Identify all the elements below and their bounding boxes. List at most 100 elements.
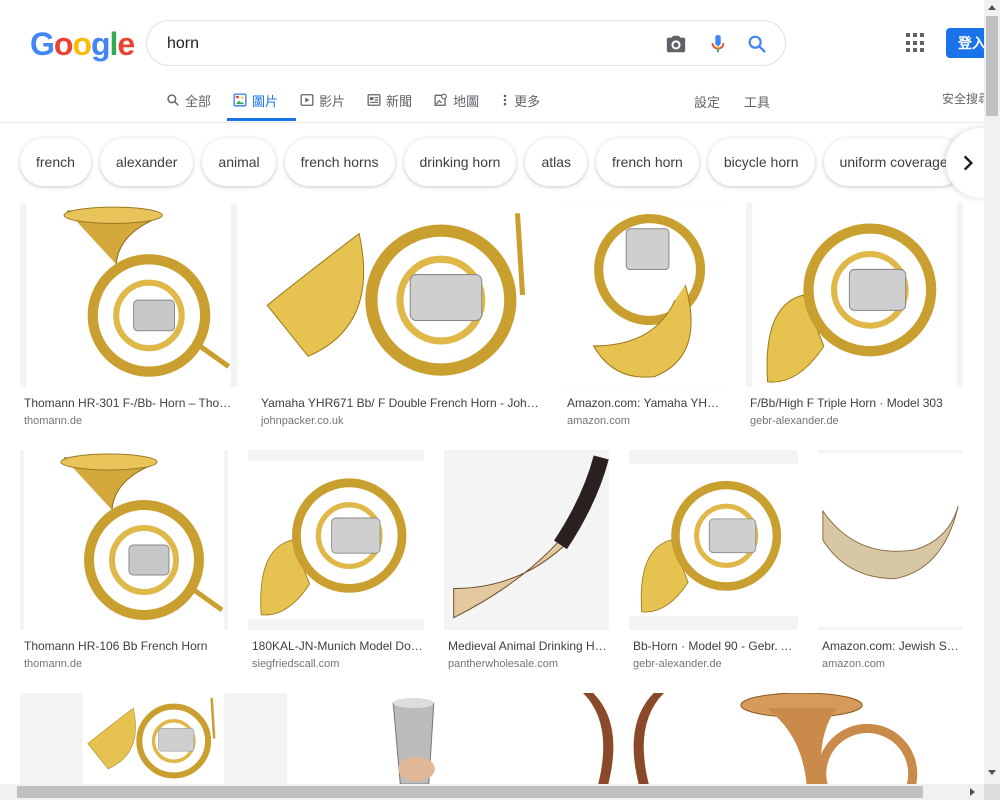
result-title[interactable]: Bb-Horn · Model 90 - Gebr. Alexander <box>629 639 798 653</box>
image-result[interactable] <box>540 693 707 784</box>
scroll-right-arrow-icon[interactable] <box>970 788 975 796</box>
chip[interactable]: french <box>20 138 91 186</box>
chip[interactable]: drinking horn <box>403 138 517 186</box>
settings-link[interactable]: 設定 <box>694 92 720 111</box>
result-thumbnail[interactable] <box>20 693 287 784</box>
google-images-page: Google 登入 全部 圖片 影片 新聞 <box>0 0 1000 800</box>
chip[interactable]: french horns <box>284 138 395 186</box>
result-thumbnail[interactable] <box>257 203 543 387</box>
image-result[interactable]: Medieval Animal Drinking Horn pantherwho… <box>444 450 609 670</box>
chevron-right-icon <box>963 155 974 171</box>
logo-letter: g <box>90 26 111 62</box>
chip[interactable]: atlas <box>525 138 588 186</box>
safe-search-link[interactable]: 安全搜尋 <box>942 90 990 107</box>
result-site[interactable]: thomann.de <box>20 415 237 427</box>
image-result[interactable]: Amazon.com: Yamaha YHR-314II amazon.com <box>563 203 726 427</box>
result-thumbnail[interactable] <box>563 203 726 387</box>
image-result[interactable] <box>727 693 963 784</box>
map-icon <box>434 93 447 106</box>
search-box <box>146 20 786 66</box>
scrollbar-thumb[interactable] <box>986 16 998 116</box>
result-thumbnail[interactable] <box>746 203 963 387</box>
result-thumbnail[interactable] <box>307 693 520 784</box>
result-title[interactable]: Thomann HR-301 F-/Bb- Horn – Thomann <box>20 396 237 410</box>
scroll-down-arrow-icon[interactable] <box>988 770 996 775</box>
apps-grid-icon[interactable] <box>906 33 926 53</box>
result-site[interactable]: gebr-alexander.de <box>746 415 963 427</box>
scrollbar-thumb[interactable] <box>17 786 923 798</box>
image-result[interactable]: Thomann HR-106 Bb French Horn thomann.de <box>20 450 228 670</box>
result-title[interactable]: 180KAL-JN-Munich Model Double Horn <box>248 639 424 653</box>
chip[interactable]: animal <box>202 138 276 186</box>
logo-letter: o <box>72 26 92 62</box>
video-icon <box>300 94 314 106</box>
tab-label: 更多 <box>514 93 541 109</box>
tab-label: 新聞 <box>386 93 413 109</box>
result-thumbnail[interactable] <box>20 203 237 387</box>
tab-news[interactable]: 新聞 <box>367 88 412 112</box>
image-result[interactable]: Yamaha YHR671 Bb/ F Double French Horn -… <box>257 203 543 427</box>
result-thumbnail[interactable] <box>248 450 424 630</box>
image-result[interactable]: Thomann HR-301 F-/Bb- Horn – Thomann tho… <box>20 203 237 427</box>
result-thumbnail[interactable] <box>727 693 963 784</box>
google-logo[interactable]: Google <box>30 26 135 63</box>
search-input[interactable] <box>167 32 647 56</box>
header-divider <box>0 122 1000 123</box>
result-title[interactable]: Amazon.com: Yamaha YHR-314II <box>563 396 726 410</box>
tab-label: 地圖 <box>453 93 480 109</box>
chip[interactable]: uniform coverage <box>823 138 964 186</box>
related-search-chips: french alexander animal french horns dri… <box>20 138 973 186</box>
result-title[interactable]: F/Bb/High F Triple Horn · Model 303 <box>746 396 963 410</box>
tab-all[interactable]: 全部 <box>166 88 211 112</box>
scrollbar-corner <box>984 784 1000 800</box>
more-vert-icon <box>503 94 507 106</box>
logo-letter: G <box>30 26 55 62</box>
search-tabs: 全部 圖片 影片 新聞 地圖 更多 <box>166 88 562 122</box>
result-title[interactable]: Yamaha YHR671 Bb/ F Double French Horn -… <box>257 396 543 410</box>
logo-letter: o <box>53 26 74 62</box>
result-thumbnail[interactable] <box>540 693 707 784</box>
chip[interactable]: alexander <box>99 138 194 186</box>
camera-icon[interactable] <box>665 33 687 55</box>
image-result[interactable] <box>20 693 287 784</box>
search-icon[interactable] <box>746 33 768 55</box>
vertical-scrollbar[interactable] <box>984 0 1000 784</box>
tab-maps[interactable]: 地圖 <box>434 88 479 112</box>
tab-label: 影片 <box>319 93 346 109</box>
search-icon <box>167 94 179 106</box>
result-thumbnail[interactable] <box>629 450 798 630</box>
result-site[interactable]: siegfriedscall.com <box>248 658 424 670</box>
result-site[interactable]: amazon.com <box>563 415 726 427</box>
active-tab-indicator <box>227 118 296 121</box>
image-result[interactable]: 180KAL-JN-Munich Model Double Horn siegf… <box>248 450 424 670</box>
result-title[interactable]: Medieval Animal Drinking Horn <box>444 639 609 653</box>
result-site[interactable]: pantherwholesale.com <box>444 658 609 670</box>
logo-letter: e <box>117 26 135 62</box>
news-icon <box>367 94 381 106</box>
tab-more[interactable]: 更多 <box>501 88 540 112</box>
horizontal-scrollbar[interactable] <box>0 784 984 800</box>
chip[interactable]: bicycle horn <box>707 138 815 186</box>
result-site[interactable]: gebr-alexander.de <box>629 658 798 670</box>
result-thumbnail[interactable] <box>20 450 228 630</box>
image-result[interactable]: Bb-Horn · Model 90 - Gebr. Alexander geb… <box>629 450 798 670</box>
image-result[interactable]: Amazon.com: Jewish Shofar amazon.com <box>818 450 963 670</box>
tab-videos[interactable]: 影片 <box>300 88 345 112</box>
image-icon <box>233 93 247 107</box>
image-result[interactable] <box>307 693 520 784</box>
microphone-icon[interactable] <box>707 33 729 55</box>
tab-images[interactable]: 圖片 <box>233 88 278 112</box>
chip[interactable]: french horn <box>596 138 699 186</box>
result-title[interactable]: Thomann HR-106 Bb French Horn <box>20 639 228 653</box>
image-result[interactable]: F/Bb/High F Triple Horn · Model 303 gebr… <box>746 203 963 427</box>
result-site[interactable]: amazon.com <box>818 658 963 670</box>
tools-link[interactable]: 工具 <box>744 92 770 111</box>
scroll-up-arrow-icon[interactable] <box>988 5 996 10</box>
tab-label: 圖片 <box>252 93 279 109</box>
result-site[interactable]: thomann.de <box>20 658 228 670</box>
result-site[interactable]: johnpacker.co.uk <box>257 415 543 427</box>
tab-label: 全部 <box>185 93 212 109</box>
result-thumbnail[interactable] <box>444 450 609 630</box>
result-title[interactable]: Amazon.com: Jewish Shofar <box>818 639 963 653</box>
result-thumbnail[interactable] <box>818 450 963 630</box>
